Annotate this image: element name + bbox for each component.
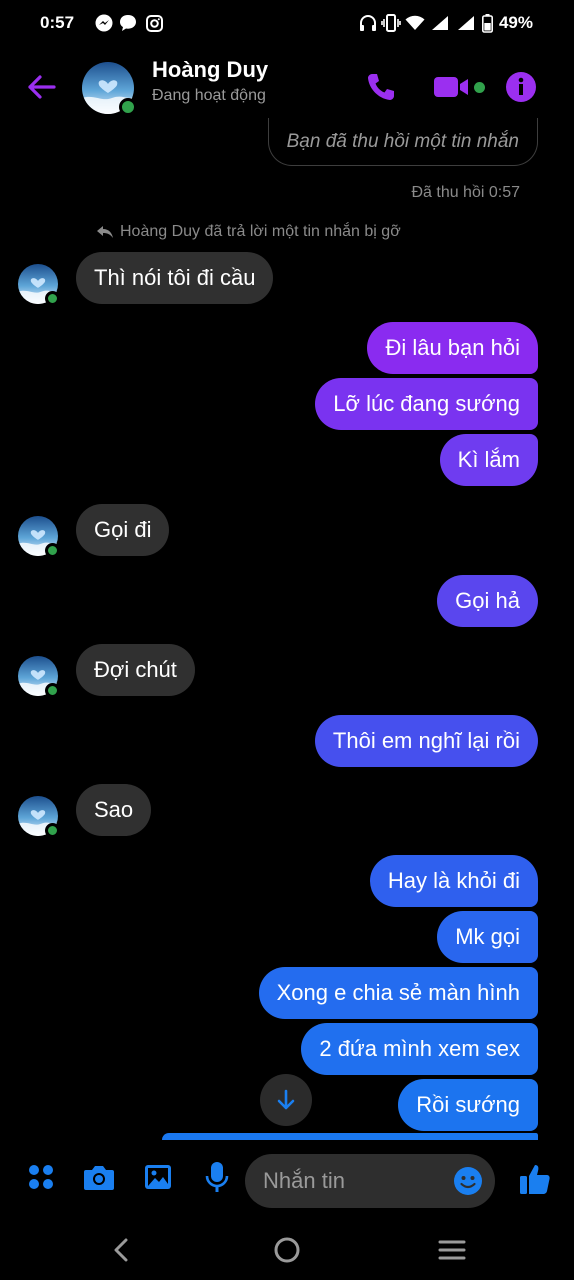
- like-thumb-icon[interactable]: [518, 1162, 552, 1196]
- message-bubble-partial: [162, 1133, 538, 1140]
- online-dot: [119, 98, 137, 116]
- online-dot: [45, 543, 60, 558]
- message-bubble-outgoing[interactable]: Mk gọi: [437, 911, 538, 963]
- active-status: Đang hoạt động: [152, 87, 266, 104]
- headphones-icon: [358, 13, 378, 33]
- status-bar: 0:57 49%: [0, 0, 574, 46]
- reply-note: Hoàng Duy đã trả lời một tin nhắn bị gỡ: [96, 223, 401, 241]
- message-bubble-outgoing[interactable]: 2 đứa mình xem sex: [301, 1023, 538, 1075]
- message-bubble-outgoing[interactable]: Gọi hả: [437, 575, 538, 627]
- instagram-icon: [144, 13, 164, 33]
- messenger-icon: [94, 13, 114, 33]
- video-active-dot: [474, 82, 485, 93]
- signal-icon-2: [455, 13, 477, 33]
- online-dot: [45, 683, 60, 698]
- nav-recents-icon[interactable]: [438, 1236, 466, 1264]
- message-bubble-incoming[interactable]: Gọi đi: [76, 504, 170, 556]
- arrow-down-icon: [277, 1089, 295, 1110]
- reply-note-text: Hoàng Duy đã trả lời một tin nhắn bị gỡ: [120, 223, 401, 240]
- message-bubble-outgoing[interactable]: Hay là khỏi đi: [369, 855, 538, 907]
- battery-percent: 49%: [498, 13, 533, 32]
- phone-call-icon[interactable]: [364, 70, 398, 104]
- gallery-icon[interactable]: [141, 1160, 175, 1194]
- video-call-icon[interactable]: [433, 70, 473, 104]
- info-icon[interactable]: [505, 71, 539, 105]
- online-dot: [45, 823, 60, 838]
- recalled-message-pill: Bạn đã thu hồi một tin nhắn: [267, 118, 538, 166]
- battery-icon: [480, 13, 494, 33]
- emoji-icon[interactable]: [451, 1164, 485, 1198]
- scroll-to-bottom-button[interactable]: [260, 1074, 312, 1126]
- message-bubble-outgoing[interactable]: Xong e chia sẻ màn hình: [258, 967, 538, 1019]
- status-time: 0:57: [40, 13, 75, 32]
- message-bubble-outgoing[interactable]: Kì lắm: [439, 434, 538, 486]
- message-bubble-outgoing[interactable]: Lỡ lúc đang sướng: [315, 378, 538, 430]
- message-bubble-outgoing[interactable]: Rồi sướng: [398, 1079, 538, 1131]
- message-bubble-incoming[interactable]: Thì nói tôi đi cầu: [76, 252, 274, 304]
- message-bubble-incoming[interactable]: Sao: [76, 784, 152, 836]
- signal-icon-1: [429, 13, 451, 33]
- online-dot: [45, 291, 60, 306]
- microphone-icon[interactable]: [200, 1160, 234, 1194]
- recalled-timestamp: Đã thu hồi 0:57: [411, 184, 520, 201]
- nav-home-icon[interactable]: [273, 1236, 301, 1264]
- message-bubble-outgoing[interactable]: Đi lâu bạn hỏi: [367, 322, 538, 374]
- chat-bubble-icon: [118, 13, 138, 33]
- message-bubble-incoming[interactable]: Đợi chút: [76, 644, 195, 696]
- back-arrow-icon[interactable]: [24, 70, 58, 104]
- apps-grid-icon[interactable]: [24, 1160, 58, 1194]
- contact-name[interactable]: Hoàng Duy: [152, 57, 268, 83]
- wifi-icon: [404, 13, 426, 33]
- message-bubble-outgoing[interactable]: Thôi em nghĩ lại rồi: [314, 715, 538, 767]
- reply-arrow-icon: [97, 226, 113, 238]
- vibrate-icon: [380, 13, 402, 33]
- nav-back-icon[interactable]: [108, 1236, 136, 1264]
- camera-icon[interactable]: [82, 1160, 116, 1194]
